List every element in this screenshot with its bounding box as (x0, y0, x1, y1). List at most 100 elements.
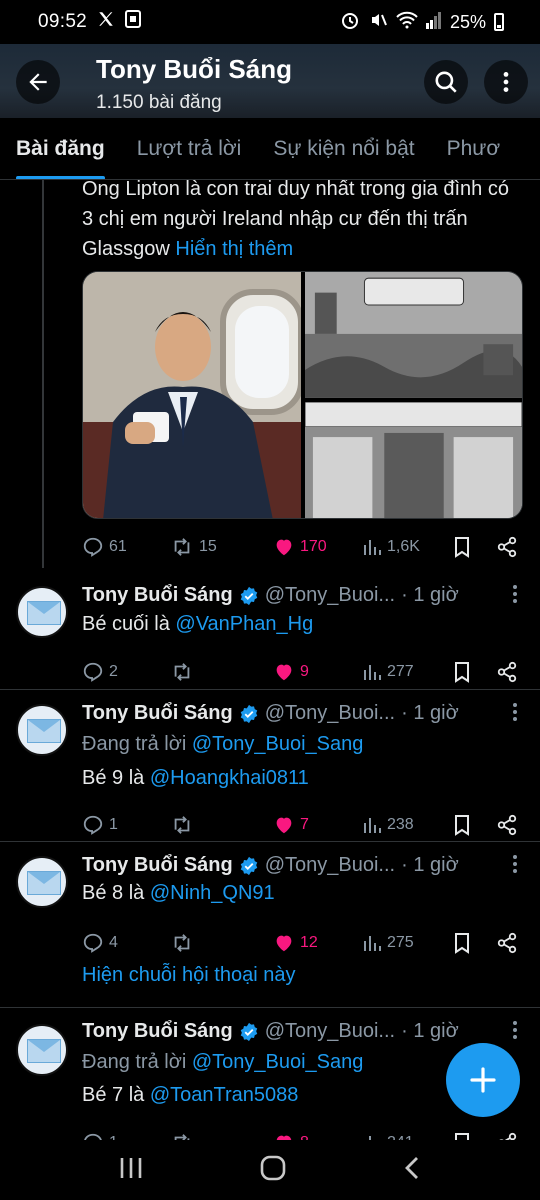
replying-to-label: Đang trả lời (82, 733, 192, 755)
like-button[interactable]: 12 (273, 932, 358, 954)
bookmark-button[interactable] (452, 1132, 486, 1140)
reply-count: 4 (109, 934, 118, 951)
more-options-button[interactable] (484, 60, 528, 104)
like-button[interactable]: 170 (273, 536, 358, 558)
display-name[interactable]: Tony Buổi Sáng (82, 584, 233, 607)
tweet-more-button[interactable] (512, 854, 518, 879)
reply-count: 1 (109, 816, 118, 833)
repost-button[interactable] (170, 1132, 265, 1140)
battery-icon (494, 13, 504, 31)
reply-button[interactable]: 2 (82, 661, 162, 683)
repost-count: 15 (199, 538, 217, 555)
views-button[interactable]: 1,6K (362, 537, 442, 557)
tweet-body: Bé 8 là @Ninh_QN91 (82, 882, 275, 905)
heart-filled-icon (276, 817, 292, 834)
tweet-actions: 4 12 275 (82, 928, 522, 958)
mention-link[interactable]: @ToanTran5088 (150, 1084, 299, 1106)
display-name[interactable]: Tony Buổi Sáng (82, 702, 233, 725)
share-button[interactable] (496, 661, 518, 683)
mute-icon (368, 10, 388, 35)
timestamp: · 1 giờ (401, 1020, 459, 1042)
mention-link[interactable]: @Ninh_QN91 (150, 882, 275, 904)
bookmark-button[interactable] (452, 814, 486, 836)
share-button[interactable] (496, 536, 518, 558)
share-button[interactable] (496, 932, 518, 954)
show-more-link[interactable]: Hiển thị thêm (175, 238, 293, 260)
replying-to-link[interactable]: @Tony_Buoi_Sang (192, 1051, 364, 1073)
reply-button[interactable]: 61 (82, 536, 162, 558)
views-button[interactable]: 275 (362, 933, 442, 953)
show-thread-link[interactable]: Hiện chuỗi hội thoại này (82, 964, 295, 987)
views-button[interactable]: 241 (362, 1133, 442, 1140)
photo-businessman[interactable] (83, 272, 304, 518)
home-button[interactable] (259, 1154, 287, 1187)
tweet[interactable]: Tony Buổi Sáng @Tony_Buoi... · 1 giờ Đan… (0, 690, 540, 842)
handle[interactable]: @Tony_Buoi... (265, 1020, 395, 1043)
like-button[interactable]: 9 (273, 661, 358, 683)
replying-to-link[interactable]: @Tony_Buoi_Sang (192, 733, 364, 755)
tab-media[interactable]: Phươ (431, 118, 517, 179)
tweet-more-button[interactable] (512, 1020, 518, 1045)
handle[interactable]: @Tony_Buoi... (265, 584, 395, 607)
tweet-more-button[interactable] (512, 584, 518, 609)
display-name[interactable]: Tony Buổi Sáng (82, 1020, 233, 1043)
reply-icon (83, 815, 103, 835)
bookmark-icon (455, 1133, 469, 1140)
views-button[interactable]: 238 (362, 815, 442, 835)
bookmark-button[interactable] (452, 536, 486, 558)
handle[interactable]: @Tony_Buoi... (265, 854, 395, 877)
tab-posts[interactable]: Bài đăng (0, 118, 121, 179)
profile-header: Tony Buổi Sáng 1.150 bài đăng (0, 44, 540, 118)
reply-button[interactable]: 1 (82, 1132, 162, 1140)
repost-button[interactable]: 15 (170, 536, 265, 558)
display-name[interactable]: Tony Buổi Sáng (82, 854, 233, 877)
body-text: Bé 7 là (82, 1084, 150, 1106)
views-button[interactable]: 277 (362, 662, 442, 682)
repost-button[interactable] (170, 661, 265, 683)
heart-filled-icon (276, 935, 292, 952)
reply-button[interactable]: 1 (82, 814, 162, 836)
photo-lipton-tea-gardens[interactable] (305, 272, 522, 398)
repost-button[interactable] (170, 814, 265, 836)
search-icon (435, 71, 457, 93)
share-button[interactable] (496, 1132, 518, 1140)
tweet-actions: 1 7 238 (82, 810, 522, 840)
system-back-button[interactable] (402, 1155, 422, 1186)
tab-highlights[interactable]: Sự kiện nổi bật (257, 118, 430, 179)
repost-button[interactable] (170, 932, 265, 954)
avatar[interactable] (16, 586, 68, 638)
like-button[interactable]: 7 (273, 814, 358, 836)
share-button[interactable] (496, 814, 518, 836)
bookmark-button[interactable] (452, 932, 486, 954)
mention-link[interactable]: @Hoangkhai0811 (150, 767, 309, 789)
bookmark-button[interactable] (452, 661, 486, 683)
timeline: Ông Lipton là con trai duy nhất trong gi… (0, 180, 540, 1140)
reply-button[interactable]: 4 (82, 932, 162, 954)
tab-replies[interactable]: Lượt trả lời (121, 118, 258, 179)
avatar[interactable] (16, 856, 68, 908)
verified-badge-icon (240, 856, 257, 875)
wifi-icon (396, 11, 418, 34)
tweet-more-button[interactable] (512, 702, 518, 727)
like-count: 12 (300, 934, 318, 951)
post-actions: 61 15 170 1,6K (82, 532, 522, 562)
back-button[interactable] (16, 60, 60, 104)
plus-icon (470, 1067, 496, 1093)
mention-link[interactable]: @VanPhan_Hg (175, 613, 313, 635)
compose-post-button[interactable] (446, 1043, 520, 1117)
tweet[interactable]: Tony Buổi Sáng @Tony_Buoi... · 1 giờ Bé … (0, 842, 540, 1008)
like-button[interactable]: 8 (273, 1132, 358, 1140)
post-media[interactable] (82, 271, 523, 519)
views-chart-icon (369, 1136, 371, 1140)
arrow-left-icon (29, 73, 47, 91)
tweet-header: Tony Buổi Sáng @Tony_Buoi... · 1 giờ (82, 1020, 459, 1043)
search-button[interactable] (424, 60, 468, 104)
views-chart-icon (364, 818, 381, 833)
avatar[interactable] (16, 1024, 68, 1076)
photo-lipton-market[interactable] (304, 401, 522, 518)
avatar[interactable] (16, 704, 68, 756)
recent-apps-button[interactable] (118, 1156, 144, 1185)
handle[interactable]: @Tony_Buoi... (265, 702, 395, 725)
tweet[interactable]: Tony Buổi Sáng @Tony_Buoi... · 1 giờ Bé … (0, 570, 540, 690)
reply-icon (84, 1133, 102, 1140)
